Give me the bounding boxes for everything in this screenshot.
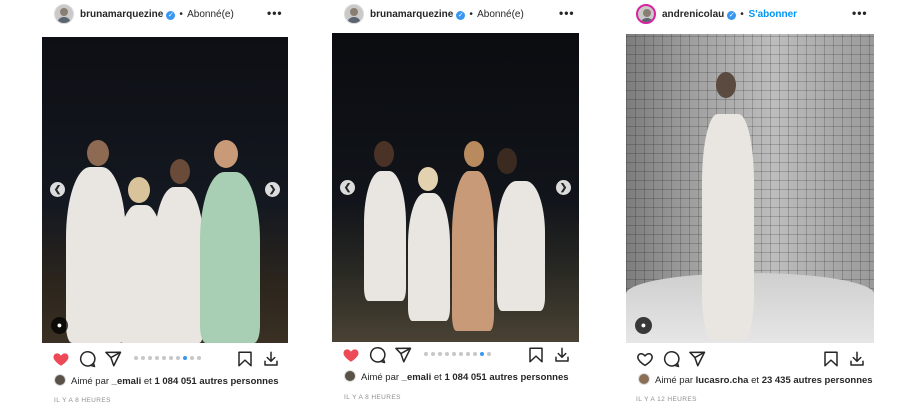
likes-prefix: Aimé par — [361, 372, 400, 383]
carousel-dot — [487, 352, 491, 356]
carousel-dot — [155, 356, 159, 360]
carousel-dot — [438, 352, 442, 356]
chevron-left-icon[interactable]: ❮ — [340, 179, 355, 195]
download-icon[interactable] — [262, 350, 280, 368]
action-bar — [626, 350, 874, 370]
likes-count[interactable]: 1 084 051 autres personnes — [444, 372, 568, 383]
avatar[interactable] — [636, 4, 656, 24]
carousel-indicator — [134, 356, 201, 360]
carousel-dot-active — [183, 356, 187, 360]
user-tag-icon[interactable]: ● — [51, 317, 68, 334]
carousel-dot — [431, 352, 435, 356]
post-timestamp[interactable]: IL Y A 8 HEURES — [344, 394, 401, 401]
liker-avatar[interactable] — [54, 374, 66, 386]
more-options-icon[interactable]: ••• — [852, 6, 868, 20]
heart-icon[interactable] — [636, 350, 654, 368]
carousel-dot — [169, 356, 173, 360]
share-icon[interactable] — [394, 346, 412, 364]
likes-conjunction: et — [751, 375, 760, 386]
liker-username[interactable]: _emali — [112, 376, 142, 387]
post-photo[interactable]: ❮ ❯ — [332, 33, 579, 342]
likes-conjunction: et — [433, 372, 442, 383]
username[interactable]: brunamarquezine — [80, 9, 163, 20]
liker-avatar[interactable] — [638, 373, 650, 385]
carousel-dot — [197, 356, 201, 360]
carousel-dot-active — [480, 352, 484, 356]
carousel-dot — [466, 352, 470, 356]
following-status[interactable]: Abonné(e) — [187, 9, 234, 20]
post-header: brunamarquezine ✓ • Abonné(e) ••• — [42, 0, 288, 30]
post-card: brunamarquezine✓• Abonné(e) ••• ❮ ❯ ● — [42, 0, 288, 404]
action-bar — [332, 346, 579, 366]
likes-prefix: Aimé par — [71, 376, 110, 387]
comment-icon[interactable] — [78, 350, 96, 368]
carousel-dot — [148, 356, 152, 360]
carousel-indicator — [424, 352, 491, 356]
liker-username[interactable]: _emali — [402, 372, 432, 383]
verified-badge-icon: ✓ — [727, 11, 737, 20]
post-card: andrenicolau ✓ • S'abonner ••• ● Aimé par … — [626, 0, 874, 403]
post-photo[interactable]: ❮ ❯ ● — [42, 37, 288, 343]
bookmark-icon[interactable] — [236, 350, 254, 368]
more-options-icon[interactable]: ••• — [267, 6, 283, 20]
chevron-right-icon[interactable]: ❯ — [556, 179, 571, 195]
download-icon[interactable] — [553, 346, 571, 364]
comment-icon[interactable] — [368, 346, 386, 364]
heart-icon[interactable] — [52, 350, 70, 368]
separator: • — [740, 9, 744, 20]
chevron-right-icon[interactable]: ❯ — [265, 182, 280, 197]
post-timestamp[interactable]: IL Y A 8 HEURES — [54, 397, 111, 404]
username[interactable]: brunamarquezine — [370, 9, 453, 20]
user-tag-icon[interactable]: ● — [635, 317, 652, 334]
carousel-dot — [176, 356, 180, 360]
post-card: brunamarquezine ✓ • Abonné(e) ••• ❮ ❯ Ai… — [332, 0, 579, 401]
carousel-dot — [473, 352, 477, 356]
share-icon[interactable] — [104, 350, 122, 368]
carousel-dot — [424, 352, 428, 356]
likes-count[interactable]: 23 435 autres personnes — [762, 375, 873, 386]
liker-username[interactable]: lucasro.cha — [696, 375, 749, 386]
comment-icon[interactable] — [662, 350, 680, 368]
following-status[interactable]: Abonné(e) — [477, 9, 524, 20]
likes-summary: Aimé par _emali et 1 084 051 autres pers… — [54, 374, 279, 388]
download-icon[interactable] — [848, 350, 866, 368]
liker-avatar[interactable] — [344, 370, 356, 382]
avatar[interactable] — [344, 4, 364, 24]
avatar[interactable] — [54, 4, 74, 24]
post-header: andrenicolau ✓ • S'abonner ••• — [626, 0, 874, 30]
carousel-dot — [459, 352, 463, 356]
verified-badge-icon: ✓ — [456, 11, 466, 20]
separator: • — [469, 9, 473, 20]
likes-summary: Aimé par _emali et 1 084 051 autres pers… — [344, 370, 569, 384]
heart-icon[interactable] — [342, 346, 360, 364]
username[interactable]: andrenicolau — [662, 9, 724, 20]
post-photo[interactable]: ● — [626, 34, 874, 343]
likes-conjunction: et — [143, 376, 152, 387]
likes-count[interactable]: 1 084 051 autres personnes — [154, 376, 278, 387]
bookmark-icon[interactable] — [527, 346, 545, 364]
separator: • — [179, 9, 183, 20]
post-timestamp[interactable]: IL Y A 12 HEURES — [636, 396, 697, 403]
follow-button[interactable]: S'abonner — [749, 9, 798, 20]
verified-badge-icon: ✓ — [166, 11, 176, 20]
carousel-dot — [134, 356, 138, 360]
carousel-dot — [162, 356, 166, 360]
carousel-dot — [452, 352, 456, 356]
likes-summary: Aimé par lucasro.cha et 23 435 autres pe… — [638, 373, 873, 387]
carousel-dot — [190, 356, 194, 360]
carousel-dot — [445, 352, 449, 356]
post-header: brunamarquezine ✓ • Abonné(e) ••• — [332, 0, 579, 30]
chevron-left-icon[interactable]: ❮ — [50, 182, 65, 197]
bookmark-icon[interactable] — [822, 350, 840, 368]
likes-prefix: Aimé par — [655, 375, 694, 386]
carousel-dot — [141, 356, 145, 360]
more-options-icon[interactable]: ••• — [559, 6, 575, 20]
share-icon[interactable] — [688, 350, 706, 368]
action-bar — [42, 350, 288, 370]
